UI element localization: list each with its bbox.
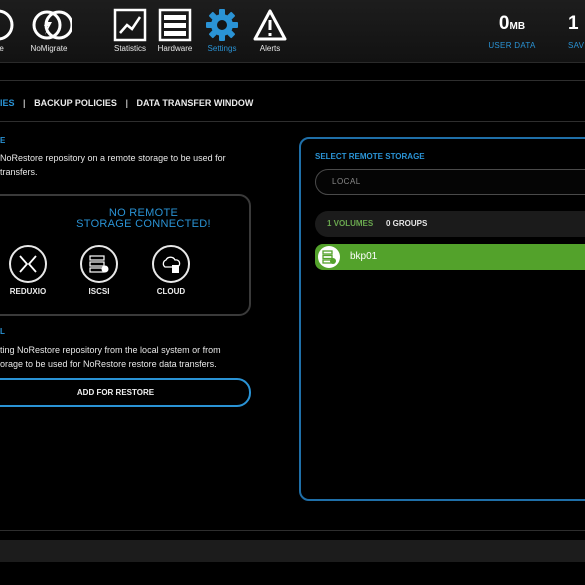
reduxio-icon xyxy=(9,245,47,283)
volume-icon xyxy=(318,246,340,268)
volume-name: bkp01 xyxy=(350,251,378,262)
cloud-icon xyxy=(152,245,190,283)
stat-caption: SAV xyxy=(568,41,585,50)
statistics-icon xyxy=(113,8,147,42)
tab-backup-policies[interactable]: BACKUP POLICIES xyxy=(34,98,117,108)
tab-data-transfer-window[interactable]: DATA TRANSFER WINDOW xyxy=(137,98,254,108)
option-label: ISCSI xyxy=(88,287,110,296)
divider xyxy=(0,121,585,122)
top-bar: ore NoMigrate Statistics Hardware xyxy=(0,0,585,63)
alert-icon xyxy=(253,9,287,41)
volume-item[interactable]: bkp01 xyxy=(315,244,585,270)
stat-value: 1 xyxy=(568,13,579,34)
stat-savings: 1 SAV xyxy=(568,13,585,51)
section-heading: L xyxy=(0,327,5,336)
storage-selector-value: LOCAL xyxy=(332,177,361,186)
panel-heading: SELECT REMOTE STORAGE xyxy=(315,152,425,161)
section-heading: E xyxy=(0,136,6,145)
footer-bar xyxy=(0,540,585,562)
stat-caption: USER DATA xyxy=(488,41,536,50)
restore-icon xyxy=(0,9,14,41)
settings-tabs: IES | BACKUP POLICIES | DATA TRANSFER WI… xyxy=(0,98,259,108)
nav-label: NoMigrate xyxy=(30,44,68,53)
stat-value: 0MB xyxy=(498,13,526,34)
option-reduxio[interactable]: REDUXIO xyxy=(0,245,58,296)
nav-alerts[interactable]: Alerts xyxy=(242,8,298,53)
groups-count: 0 GROUPS xyxy=(386,219,428,228)
volumes-count: 1 VOLUMES xyxy=(327,219,374,228)
add-for-restore-button[interactable]: ADD FOR RESTORE xyxy=(0,378,251,407)
nav-nomigrate[interactable]: NoMigrate xyxy=(21,8,77,53)
volume-group-counts: 1 VOLUMES 0 GROUPS xyxy=(315,211,585,237)
nomigrate-icon xyxy=(32,10,72,40)
nav-label: Alerts xyxy=(259,44,281,53)
tab-separator: | xyxy=(23,98,26,108)
divider xyxy=(0,530,585,531)
no-remote-message: NO REMOTE STORAGE CONNECTED! xyxy=(76,207,211,230)
hardware-icon xyxy=(158,8,192,42)
gear-icon xyxy=(206,9,238,41)
iscsi-icon xyxy=(80,245,118,283)
section-description: NoRestore repository on a remote storage… xyxy=(0,153,226,177)
storage-selector[interactable]: LOCAL xyxy=(315,169,585,195)
tab-policies[interactable]: IES xyxy=(0,98,15,108)
option-label: REDUXIO xyxy=(9,287,47,296)
divider xyxy=(0,80,585,81)
option-iscsi[interactable]: ISCSI xyxy=(69,245,129,296)
tab-separator: | xyxy=(125,98,128,108)
stat-user-data: 0MB USER DATA xyxy=(484,13,540,51)
section-description: ting NoRestore repository from the local… xyxy=(0,345,221,369)
option-cloud[interactable]: CLOUD xyxy=(141,245,201,296)
option-label: CLOUD xyxy=(156,287,186,296)
